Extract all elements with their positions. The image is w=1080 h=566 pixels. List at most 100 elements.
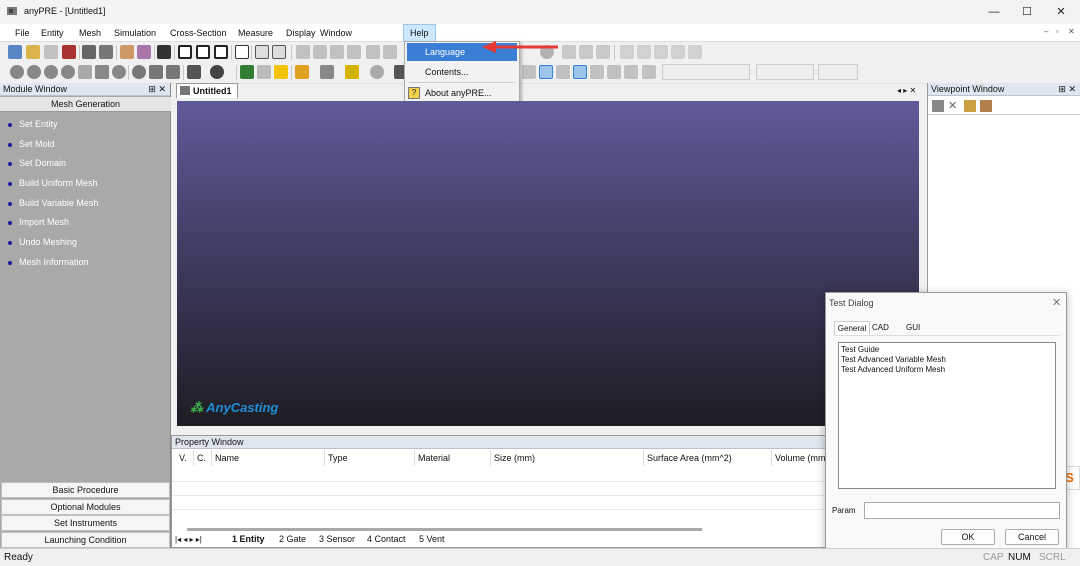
list-item[interactable]: Test Advanced Variable Mesh (841, 355, 1053, 365)
value-spinner-2[interactable] (756, 64, 814, 80)
menu-file[interactable]: File (9, 24, 36, 42)
set-instruments-button[interactable]: Set Instruments (1, 515, 170, 531)
cylinder-icon[interactable] (320, 65, 334, 79)
export-icon[interactable] (157, 45, 171, 59)
menu-item-contents[interactable]: Contents... (407, 63, 517, 81)
color-box-icon[interactable] (345, 65, 359, 79)
list-item[interactable]: Test Guide (841, 345, 1053, 355)
tool-c-icon[interactable] (330, 45, 344, 59)
dialog-tab-gui[interactable]: GUI (906, 323, 920, 332)
module-item-set-entity[interactable]: Set Entity (8, 117, 58, 131)
col-material[interactable]: Material (415, 450, 491, 466)
layout-2-icon[interactable] (196, 45, 210, 59)
close-button[interactable]: ✕ (1041, 0, 1080, 24)
tool-a-icon[interactable] (296, 45, 310, 59)
module-item-build-uniform[interactable]: Build Uniform Mesh (8, 176, 98, 190)
view-h-icon[interactable] (642, 65, 656, 79)
zoom-out-icon[interactable] (27, 65, 41, 79)
zoom-prev-icon[interactable] (95, 65, 109, 79)
optional-modules-button[interactable]: Optional Modules (1, 499, 170, 515)
grid-2-icon[interactable] (383, 45, 397, 59)
sheet-nav-icon[interactable]: |◂ ◂ ▸ ▸| (175, 535, 202, 544)
solid-icon[interactable] (240, 65, 254, 79)
module-header[interactable]: Mesh Generation (0, 97, 171, 112)
mdi-close-icon[interactable]: ✕ (1068, 28, 1077, 37)
save-viewpoint-icon[interactable] (980, 100, 992, 112)
load-viewpoint-icon[interactable] (964, 100, 976, 112)
dialog-tab-general[interactable]: General (834, 321, 870, 335)
module-item-set-mold[interactable]: Set Mold (8, 137, 55, 151)
sheet-tab-vent[interactable]: 5 Vent (419, 534, 445, 544)
zoom-in-icon[interactable] (10, 65, 24, 79)
layout-3-icon[interactable] (214, 45, 228, 59)
delete-viewpoint-icon[interactable]: ✕ (948, 100, 960, 112)
grid-icon[interactable] (366, 45, 380, 59)
col-v[interactable]: V. (176, 450, 194, 466)
dialog-tab-cad[interactable]: CAD (872, 323, 889, 332)
value-spinner-1[interactable] (662, 64, 750, 80)
copy-icon[interactable] (137, 45, 151, 59)
module-item-undo-meshing[interactable]: Undo Meshing (8, 235, 77, 249)
box-icon[interactable] (295, 65, 309, 79)
ok-button[interactable]: OK (941, 529, 995, 545)
view-eye-icon[interactable] (210, 65, 224, 79)
3d-viewport[interactable] (177, 101, 919, 426)
module-item-set-domain[interactable]: Set Domain (8, 156, 66, 170)
zoom-window-icon[interactable] (44, 65, 58, 79)
view-d-icon[interactable] (573, 65, 587, 79)
menu-entity[interactable]: Entity (35, 24, 70, 42)
rotate-x-icon[interactable] (149, 65, 163, 79)
param-input[interactable] (864, 502, 1060, 519)
menu-mesh[interactable]: Mesh (73, 24, 107, 42)
point-icon[interactable] (620, 45, 634, 59)
sheet-tab-gate[interactable]: 2 Gate (279, 534, 306, 544)
mdi-restore-icon[interactable]: ▫ (1056, 28, 1065, 37)
module-item-mesh-information[interactable]: Mesh Information (8, 255, 89, 269)
tool-e-icon[interactable] (562, 45, 576, 59)
tool-d-icon[interactable] (347, 45, 361, 59)
menu-window[interactable]: Window (314, 24, 358, 42)
save-icon[interactable] (44, 45, 58, 59)
polygon-icon[interactable] (688, 45, 702, 59)
zoom-fit-icon[interactable] (61, 65, 75, 79)
flash-icon[interactable] (274, 65, 288, 79)
context-help-icon[interactable] (255, 45, 269, 59)
view-c-icon[interactable] (556, 65, 570, 79)
col-size[interactable]: Size (mm) (491, 450, 644, 466)
print-preview-icon[interactable] (99, 45, 113, 59)
menu-window-2[interactable] (355, 24, 367, 42)
view-e-icon[interactable] (590, 65, 604, 79)
tool-b-icon[interactable] (313, 45, 327, 59)
new-icon[interactable] (8, 45, 22, 59)
print-icon[interactable] (82, 45, 96, 59)
view-b-icon[interactable] (539, 65, 553, 79)
cancel-button[interactable]: Cancel (1005, 529, 1059, 545)
col-type[interactable]: Type (325, 450, 415, 466)
menu-help[interactable]: Help (403, 24, 436, 42)
add-viewpoint-icon[interactable] (932, 100, 944, 112)
tool-g-icon[interactable] (596, 45, 610, 59)
list-item[interactable]: Test Advanced Uniform Mesh (841, 365, 1053, 375)
cut-icon[interactable] (120, 45, 134, 59)
rotate-icon[interactable] (132, 65, 146, 79)
line-2-icon[interactable] (654, 45, 668, 59)
help-icon[interactable] (272, 45, 286, 59)
col-volume[interactable]: Volume (mm (772, 450, 826, 466)
refresh-icon[interactable] (112, 65, 126, 79)
open-icon[interactable] (26, 45, 40, 59)
horizontal-scrollbar[interactable] (187, 528, 702, 531)
angle-icon[interactable] (671, 45, 685, 59)
basic-procedure-button[interactable]: Basic Procedure (1, 482, 170, 498)
menu-measure[interactable]: Measure (232, 24, 279, 42)
col-c[interactable]: C. (194, 450, 212, 466)
menu-simulation[interactable]: Simulation (108, 24, 162, 42)
sheet-tab-entity[interactable]: 1 Entity (232, 534, 265, 544)
rotate-y-icon[interactable] (166, 65, 180, 79)
sheet-tab-sensor[interactable]: 3 Sensor (319, 534, 355, 544)
value-box[interactable] (818, 64, 858, 80)
window-icon[interactable] (235, 45, 249, 59)
sphere-icon[interactable] (370, 65, 384, 79)
wire-icon[interactable] (257, 65, 271, 79)
launching-condition-button[interactable]: Launching Condition (1, 532, 170, 548)
dialog-close-icon[interactable]: ✕ (1052, 296, 1061, 309)
